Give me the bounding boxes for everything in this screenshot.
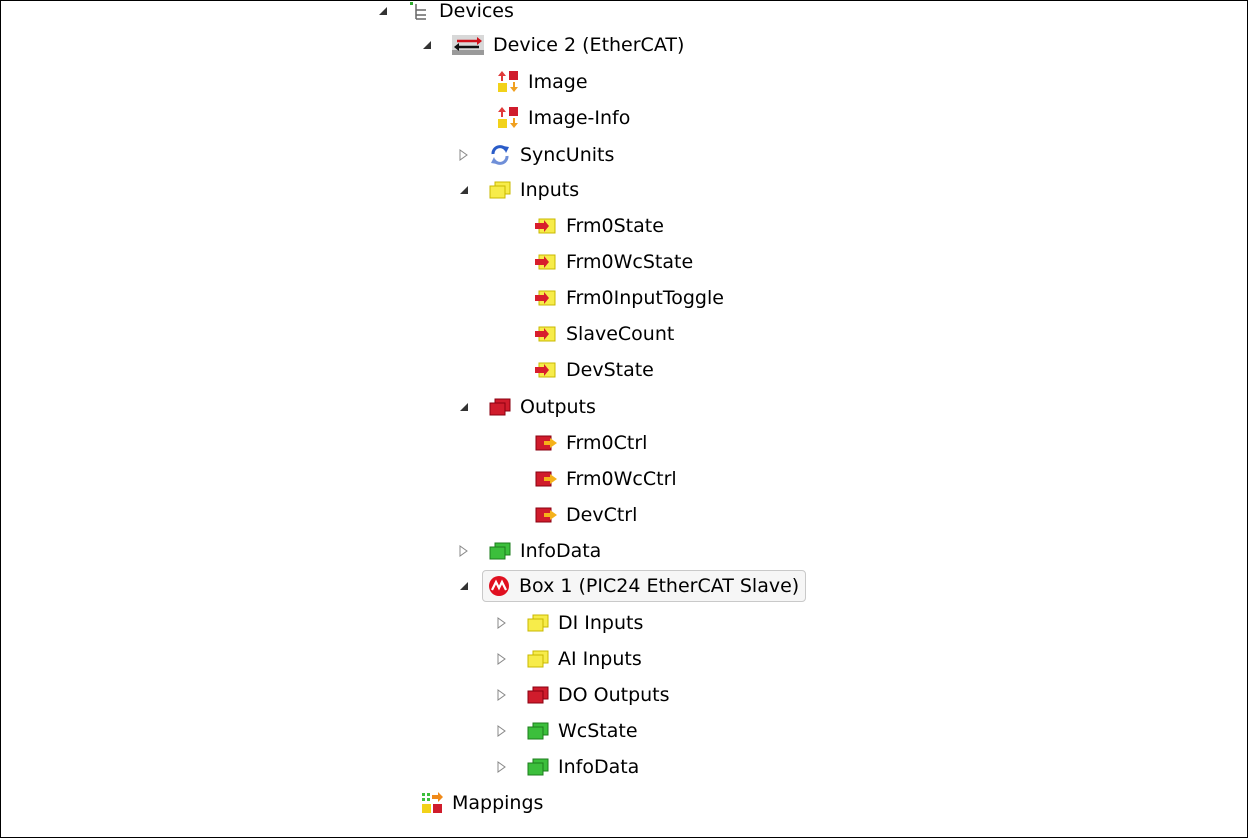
input-variable-icon [534,322,558,346]
infodata-folder-icon [488,539,512,563]
mappings-icon [420,791,444,815]
tree-node-label: Frm0WcState [566,251,694,273]
tree-node-output-variable[interactable]: Frm0Ctrl [534,426,647,460]
tree-node-input-variable[interactable]: DevState [534,353,654,387]
sync-units-icon [488,143,512,167]
tree-node-input-variable[interactable]: Frm0InputToggle [534,281,724,315]
output-variable-icon [534,467,558,491]
tree-node-sync-units[interactable]: SyncUnits [458,138,614,172]
tree-node-image-info[interactable]: Image-Info [496,101,630,135]
tree-node-mappings[interactable]: Mappings [420,786,543,820]
tree-node-label: Inputs [520,179,580,201]
infodata-folder-icon [526,755,550,779]
tree-node-label: Device 2 (EtherCAT) [493,34,685,56]
collapse-arrow-icon[interactable] [458,401,470,413]
input-variable-icon [534,250,558,274]
infodata-folder-icon [526,719,550,743]
tree-node-input-variable[interactable]: Frm0State [534,209,664,243]
inputs-folder-icon [526,611,550,635]
solution-tree: Devices Device 2 (EtherCAT) Image Image-… [0,0,1248,838]
ethercat-device-icon [451,33,485,57]
tree-node-label: Mappings [452,792,544,814]
tree-node-label: Image-Info [528,107,631,129]
input-variable-icon [534,358,558,382]
expand-arrow-icon[interactable] [496,653,508,665]
input-variable-icon [534,214,558,238]
expand-arrow-icon[interactable] [496,725,508,737]
tree-node-label: AI Inputs [558,648,642,670]
device-tree-icon [407,0,431,23]
expand-arrow-icon[interactable] [496,761,508,773]
output-variable-icon [534,503,558,527]
tree-node-label: SlaveCount [566,323,675,345]
tree-node-outputs[interactable]: Outputs [458,390,596,424]
tree-node-device-2[interactable]: Device 2 (EtherCAT) [421,28,684,62]
tree-node-output-variable[interactable]: Frm0WcCtrl [534,462,677,496]
tree-node-label: Frm0Ctrl [566,432,648,454]
tree-node-label: InfoData [558,756,640,778]
expand-arrow-icon[interactable] [496,617,508,629]
tree-node-do-outputs[interactable]: DO Outputs [496,678,670,712]
input-variable-icon [534,286,558,310]
tree-node-image[interactable]: Image [496,65,588,99]
tree-node-label: WcState [558,720,638,742]
tree-node-label: Outputs [520,396,596,418]
tree-node-box-infodata[interactable]: InfoData [496,750,639,784]
tree-node-ai-inputs[interactable]: AI Inputs [496,642,642,676]
tree-node-label: Frm0WcCtrl [566,468,677,490]
tree-node-input-variable[interactable]: SlaveCount [534,317,674,351]
tree-node-di-inputs[interactable]: DI Inputs [496,606,643,640]
tree-node-input-variable[interactable]: Frm0WcState [534,245,693,279]
tree-node-label: Frm0InputToggle [566,287,724,309]
collapse-arrow-icon[interactable] [377,5,389,17]
tree-node-infodata[interactable]: InfoData [458,534,601,568]
expand-arrow-icon[interactable] [458,149,470,161]
microchip-box-icon [487,574,511,598]
tree-node-label: Box 1 (PIC24 EtherCAT Slave) [519,575,800,597]
tree-node-label: Devices [439,0,514,22]
tree-node-box-1[interactable]: Box 1 (PIC24 EtherCAT Slave) [458,569,807,603]
output-variable-icon [534,431,558,455]
tree-node-label: InfoData [520,540,602,562]
image-info-icon [496,106,520,130]
tree-node-label: DevState [566,359,654,381]
image-icon [496,70,520,94]
expand-arrow-icon[interactable] [496,689,508,701]
tree-node-label: DO Outputs [558,684,670,706]
expand-arrow-icon[interactable] [458,545,470,557]
tree-node-label: SyncUnits [520,144,615,166]
tree-node-label: Frm0State [566,215,664,237]
selected-node-highlight[interactable]: Box 1 (PIC24 EtherCAT Slave) [482,570,807,602]
collapse-arrow-icon[interactable] [421,39,433,51]
tree-node-wcstate[interactable]: WcState [496,714,638,748]
inputs-folder-icon [526,647,550,671]
collapse-arrow-icon[interactable] [458,580,470,592]
outputs-folder-icon [526,683,550,707]
tree-node-output-variable[interactable]: DevCtrl [534,498,637,532]
tree-node-inputs[interactable]: Inputs [458,173,579,207]
tree-node-label: DevCtrl [566,504,638,526]
tree-node-label: Image [528,71,588,93]
tree-node-label: DI Inputs [558,612,644,634]
inputs-folder-icon [488,178,512,202]
collapse-arrow-icon[interactable] [458,184,470,196]
tree-node-devices[interactable]: Devices [377,0,514,28]
outputs-folder-icon [488,395,512,419]
